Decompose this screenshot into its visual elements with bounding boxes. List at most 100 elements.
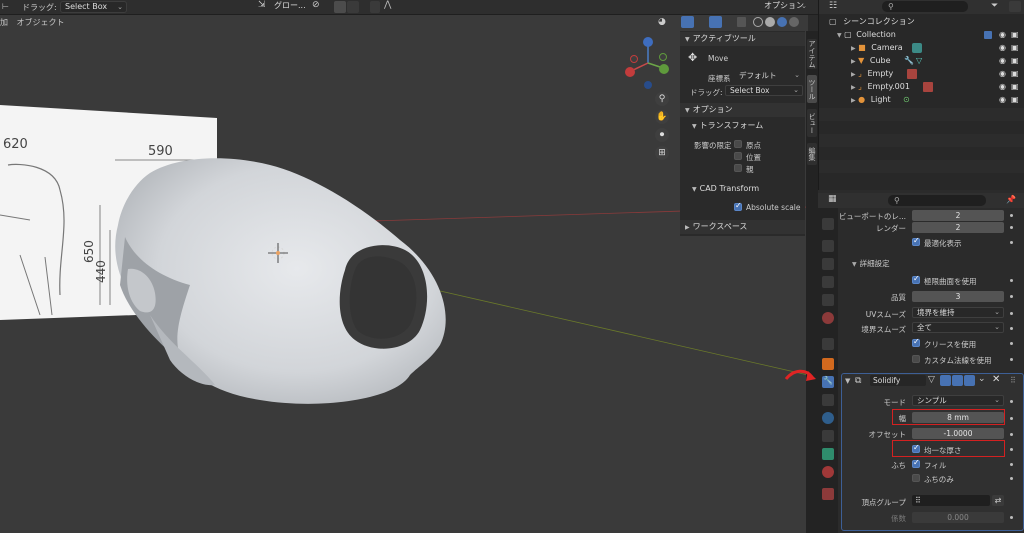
boundary-smooth-select[interactable]: 全て ⌄ (912, 322, 1004, 333)
optimal-display-checkbox[interactable] (912, 236, 920, 246)
render-camera-icon[interactable]: ▣ (1011, 95, 1019, 104)
tab-edit[interactable]: 編集 (807, 143, 817, 165)
eye-icon[interactable]: ◉ (999, 69, 1006, 78)
render-camera-icon[interactable]: ▣ (1011, 82, 1019, 91)
texture-tab-icon[interactable] (822, 488, 834, 500)
keyframe-dot[interactable] (1010, 463, 1013, 466)
transform-header[interactable]: ▼ トランスフォーム (680, 119, 805, 133)
constraints-tab-icon[interactable] (822, 430, 834, 442)
render-display-icon[interactable] (964, 375, 975, 386)
particles-tab-icon[interactable] (822, 394, 834, 406)
xray-icon[interactable] (737, 17, 746, 27)
offset-field[interactable]: -1.0000 (912, 428, 1004, 439)
keyframe-dot[interactable] (1010, 312, 1013, 315)
keyframe-dot[interactable] (1010, 417, 1013, 420)
options-menu[interactable]: オプション ⌄ (760, 1, 810, 13)
eye-icon[interactable]: ◉ (999, 56, 1006, 65)
collapse-triangle-icon[interactable]: ▼ (845, 377, 850, 385)
keyframe-dot[interactable] (1010, 327, 1013, 330)
rendered-shading-icon[interactable] (789, 17, 799, 27)
keyframe-dot[interactable] (1010, 342, 1013, 345)
custom-normals-checkbox[interactable] (912, 355, 920, 363)
edit-mode-icon[interactable]: ▽ (928, 375, 939, 386)
properties-search-input[interactable]: ⚲ (888, 195, 986, 206)
exclude-checkbox[interactable] (984, 31, 992, 39)
active-tool-header[interactable]: ▼ アクティブツール (680, 32, 805, 46)
keyframe-dot[interactable] (1010, 226, 1013, 229)
object-tab-icon[interactable] (822, 358, 834, 370)
rim-only-checkbox[interactable] (912, 474, 920, 482)
pan-hand-icon[interactable]: ✋ (655, 110, 669, 124)
output-tab-icon[interactable] (822, 258, 834, 270)
editor-type-icon[interactable]: ▦ (828, 194, 842, 206)
tab-view[interactable]: ビュー (807, 109, 817, 137)
material-tab-icon[interactable] (822, 466, 834, 478)
camera-view-icon[interactable]: ⏺ (655, 128, 669, 142)
scene-collection-row[interactable]: ▢ シーンコレクション (819, 16, 1024, 28)
eye-icon[interactable]: ◉ (999, 30, 1006, 39)
tab-item[interactable]: アイテム (807, 39, 817, 69)
eye-icon[interactable]: ◉ (999, 95, 1006, 104)
uv-smooth-select[interactable]: 境界を維持 ⌄ (912, 307, 1004, 318)
orientation-select[interactable]: デフォルト ⌄ (735, 71, 803, 82)
overlay-toggle-icon[interactable] (709, 16, 722, 28)
quality-field[interactable]: 3 (912, 291, 1004, 302)
cage-icon[interactable] (940, 375, 951, 386)
keyframe-dot[interactable] (1010, 477, 1013, 480)
invert-toggle-icon[interactable]: ⇄ (992, 495, 1004, 506)
keyframe-dot[interactable] (1010, 433, 1013, 436)
menu-icon[interactable]: ⊢ (2, 2, 9, 11)
wireframe-shading-icon[interactable] (753, 17, 763, 27)
keyframe-dot[interactable] (1010, 516, 1013, 519)
orientation-select[interactable]: グロー... (270, 1, 308, 13)
affect-locations-checkbox[interactable] (734, 152, 742, 160)
viewport-levels-field[interactable]: 2 (912, 210, 1004, 221)
render-tab-icon[interactable] (822, 240, 834, 252)
tab-tool[interactable]: ツール (807, 75, 817, 103)
factor-field[interactable]: 0.000 (912, 512, 1004, 523)
viewport-display-icon[interactable] (952, 375, 963, 386)
cad-transform-header[interactable]: ▼ CAD Transform (680, 182, 805, 196)
collection-row[interactable]: ▼ ▢ Collection (819, 29, 1024, 41)
keyframe-dot[interactable] (1010, 241, 1013, 244)
snap-icon[interactable] (334, 1, 346, 13)
outliner-search-input[interactable]: ⚲ (882, 1, 968, 12)
render-camera-icon[interactable]: ▣ (1011, 30, 1019, 39)
orientation-icon[interactable]: ⇲ (258, 0, 270, 12)
physics-tab-icon[interactable] (822, 412, 834, 424)
outliner-item-light[interactable]: ▶ ● Light ⊙ (819, 94, 1024, 106)
tool-tab-icon[interactable] (822, 218, 834, 230)
solid-shading-icon[interactable] (765, 17, 775, 27)
proportional-edit-icon[interactable] (370, 1, 380, 13)
snap-mode-icon[interactable] (347, 1, 359, 13)
render-camera-icon[interactable]: ▣ (1011, 56, 1019, 65)
advanced-header[interactable]: ▼ 詳細設定 (852, 258, 890, 269)
pivot-icon[interactable]: ⊘ (312, 0, 324, 12)
falloff-icon[interactable]: ⋀ (384, 0, 396, 12)
drag-select[interactable]: Select Box ⌄ (60, 1, 127, 13)
modifier-name-input[interactable]: Solidify (870, 375, 926, 386)
grid-perspective-icon[interactable]: ⊞ (655, 146, 669, 160)
outliner-item-empty001[interactable]: ▶ ⌟ Empty.001 (819, 81, 1024, 93)
drag-handle-icon[interactable]: ⠿ (1010, 376, 1016, 385)
drag-select[interactable]: Select Box ⌄ (725, 85, 803, 96)
material-shading-icon[interactable] (777, 17, 787, 27)
keyframe-dot[interactable] (1010, 279, 1013, 282)
menu-add[interactable]: 加 (0, 18, 8, 27)
render-levels-field[interactable]: 2 (912, 222, 1004, 233)
keyframe-dot[interactable] (1010, 358, 1013, 361)
keyframe-dot[interactable] (1010, 400, 1013, 403)
new-collection-icon[interactable] (1009, 1, 1021, 12)
keyframe-dot[interactable] (1010, 448, 1013, 451)
collection-tab-icon[interactable] (822, 338, 834, 350)
view-layer-tab-icon[interactable] (822, 276, 834, 288)
zoom-icon[interactable]: ⚲ (655, 92, 669, 106)
vertex-group-input[interactable]: ⠿ (912, 495, 990, 506)
affect-parents-checkbox[interactable] (734, 164, 742, 172)
pin-icon[interactable]: 📌 (1006, 195, 1018, 206)
mode-select[interactable]: シンプル ⌄ (912, 395, 1004, 406)
display-mode-icon[interactable]: ☷ (829, 1, 841, 12)
outliner-item-cube[interactable]: ▶ ▼ Cube 🔧 ▽ (819, 55, 1024, 67)
render-camera-icon[interactable]: ▣ (1011, 69, 1019, 78)
outliner-item-camera[interactable]: ▶ ■ Camera (819, 42, 1024, 54)
